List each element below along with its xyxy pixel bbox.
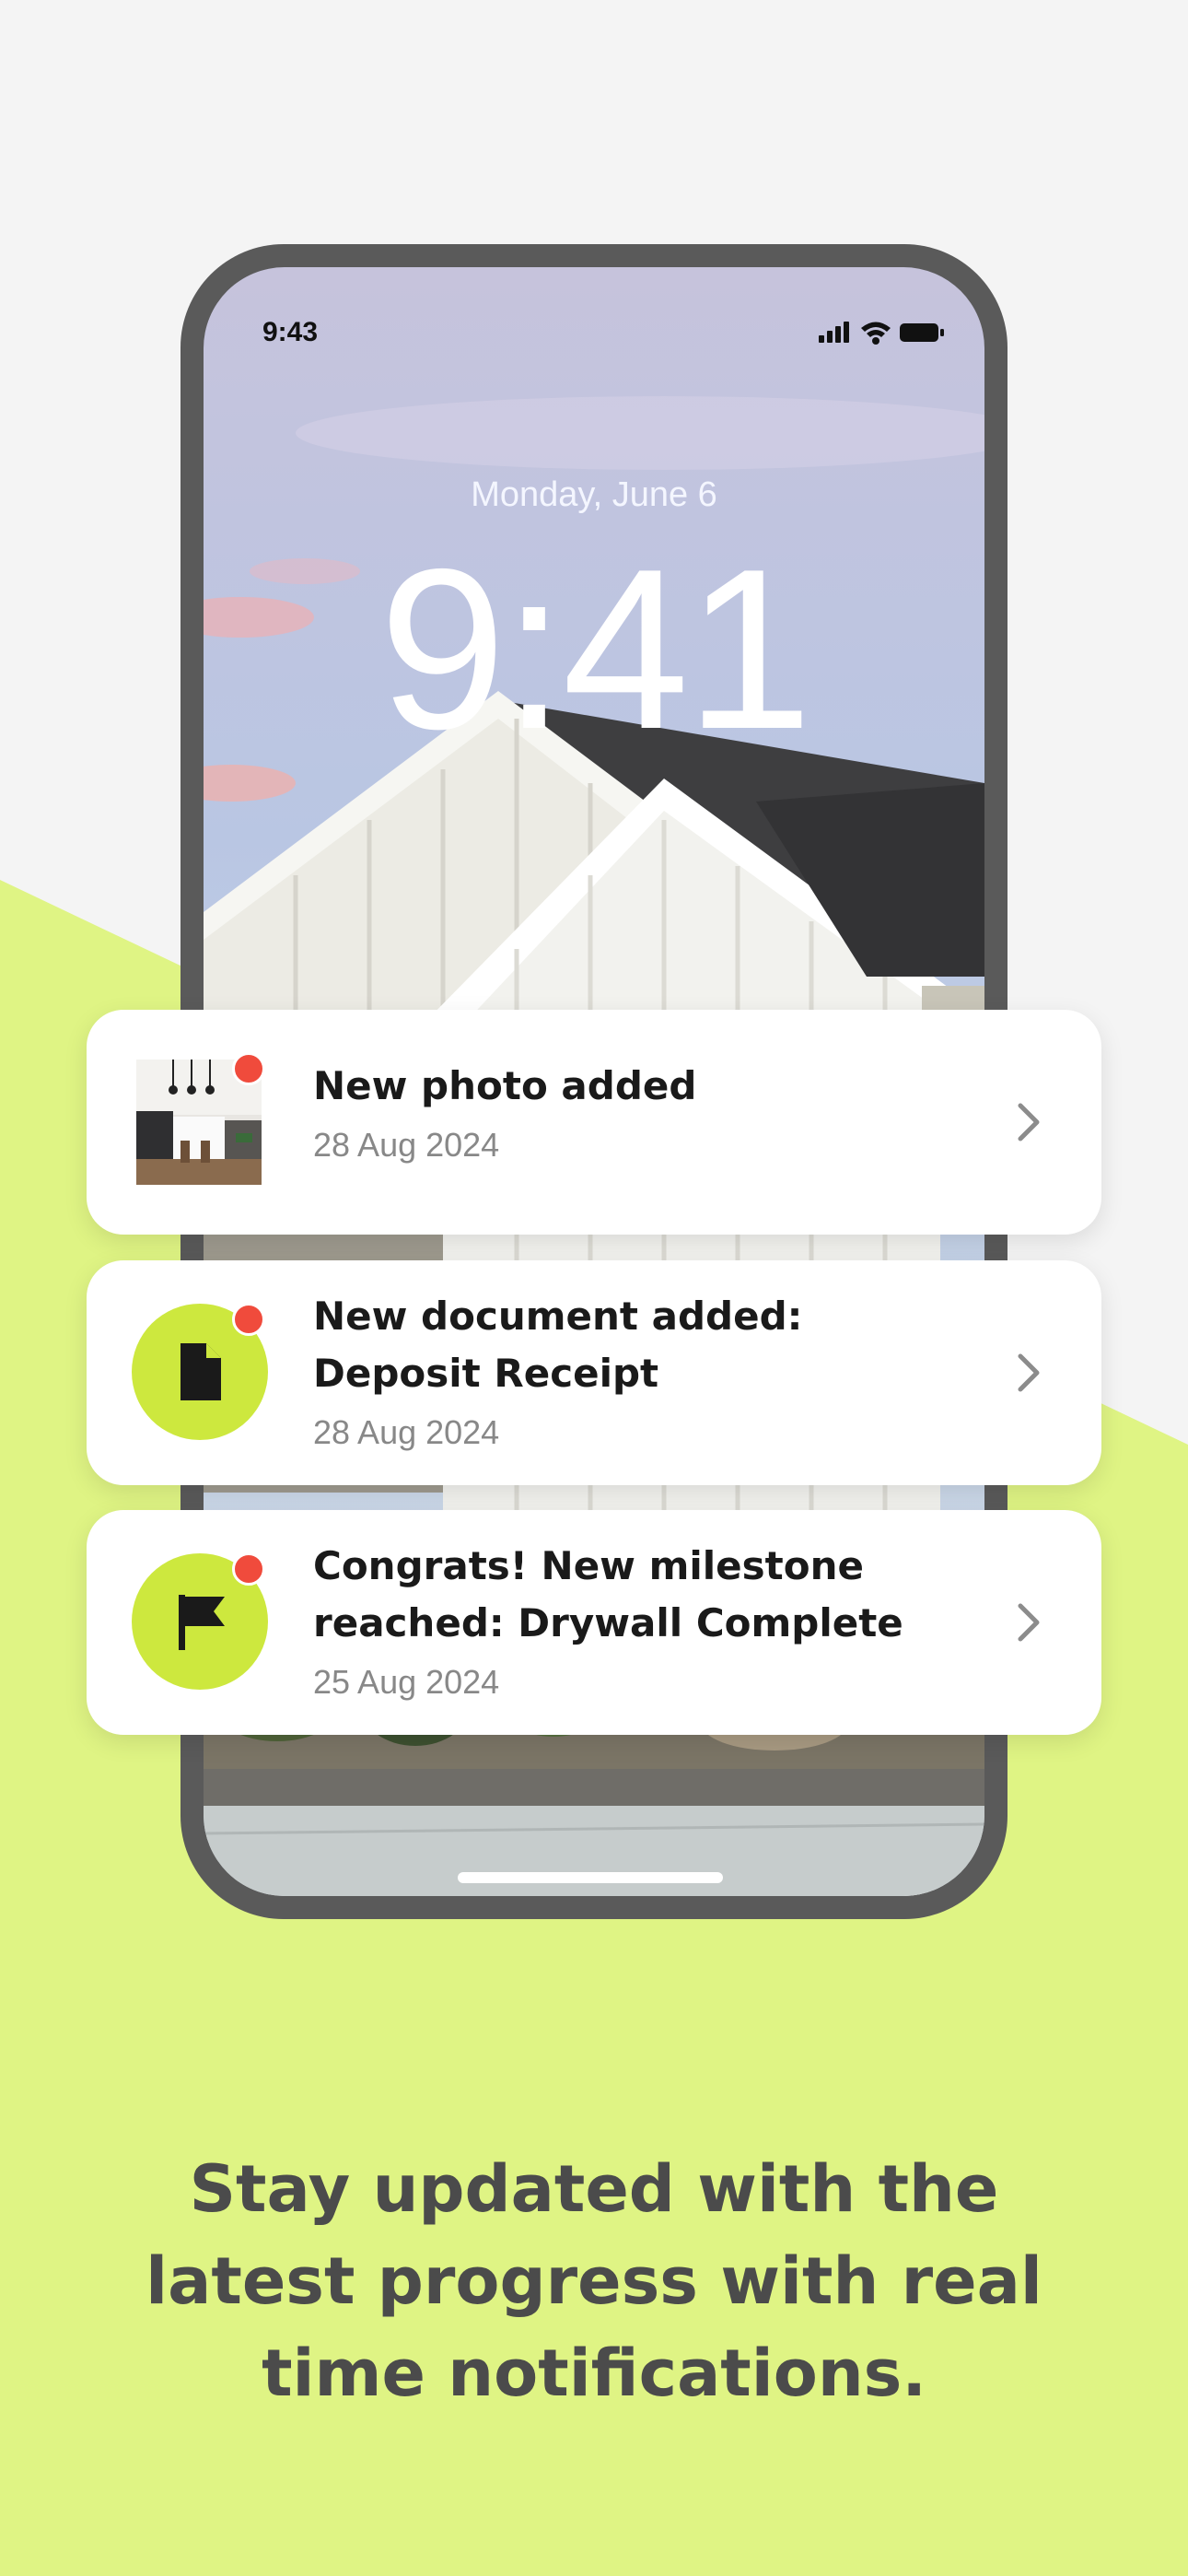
unread-dot <box>232 1052 265 1085</box>
unread-dot <box>232 1552 265 1586</box>
chevron-right-icon <box>1018 1103 1040 1142</box>
lock-screen-date: Monday, June 6 <box>471 475 717 514</box>
notification-date: 25 Aug 2024 <box>313 1663 500 1701</box>
notification-title: Congrats! New milestone reached: Drywall… <box>313 1543 903 1645</box>
notification-photo-added[interactable]: New photo added 28 Aug 2024 <box>87 1010 1101 1235</box>
status-bar-icons <box>819 322 944 345</box>
notification-title: New document added: Deposit Receipt <box>313 1294 803 1396</box>
chevron-right-icon <box>1018 1603 1040 1642</box>
notification-date: 28 Aug 2024 <box>313 1413 500 1451</box>
chevron-right-icon <box>1018 1353 1040 1392</box>
cellular-signal-icon <box>819 322 849 343</box>
notification-date: 28 Aug 2024 <box>313 1126 500 1164</box>
battery-icon <box>900 323 944 342</box>
marketing-headline: Stay updated with the latest progress wi… <box>146 2151 1042 2411</box>
wifi-icon <box>861 322 891 345</box>
flag-icon <box>179 1595 225 1650</box>
document-icon <box>181 1343 221 1400</box>
unread-dot <box>232 1303 265 1336</box>
notification-milestone-reached[interactable]: Congrats! New milestone reached: Drywall… <box>87 1510 1101 1735</box>
status-bar-time: 9:43 <box>262 317 319 347</box>
notification-title: New photo added <box>313 1063 697 1108</box>
lock-screen-clock: 9:41 <box>379 521 813 777</box>
home-indicator[interactable] <box>458 1872 723 1883</box>
notification-document-added[interactable]: New document added: Deposit Receipt 28 A… <box>87 1260 1101 1485</box>
